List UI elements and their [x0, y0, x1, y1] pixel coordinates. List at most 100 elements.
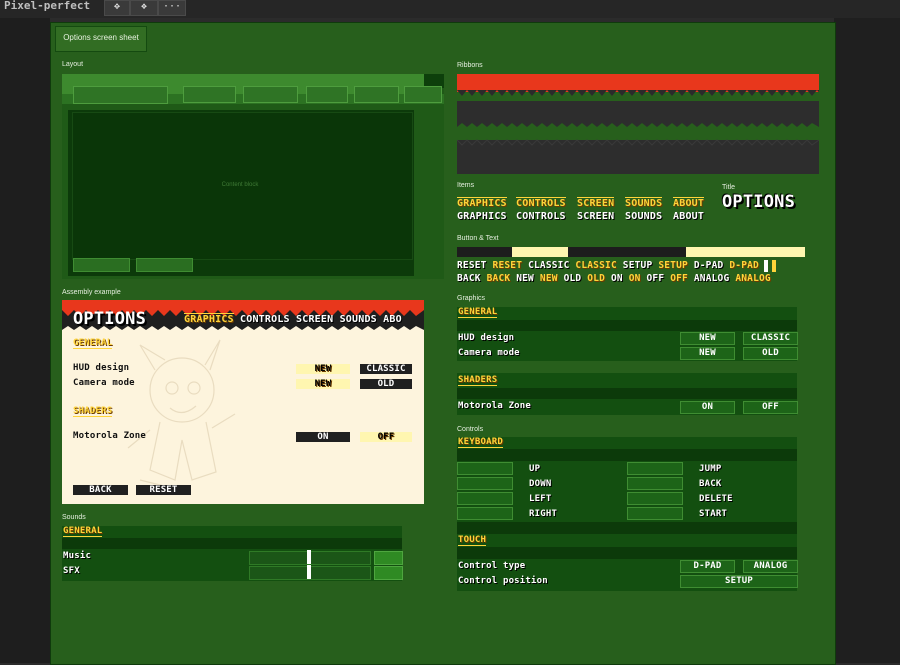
item-about[interactable]: ABOUT: [673, 211, 704, 222]
item-controls-selected[interactable]: CONTROLS: [516, 197, 566, 209]
graphics-on-button[interactable]: ON: [680, 401, 735, 414]
assembly-reset-button[interactable]: RESET: [136, 485, 191, 495]
key-slot-start[interactable]: [627, 507, 683, 520]
assembly-hud-label: HUD design: [73, 363, 130, 373]
layout-footer-button-slot: [73, 258, 130, 272]
item-controls[interactable]: CONTROLS: [516, 211, 566, 222]
graphics-hud-new-button[interactable]: NEW: [680, 332, 735, 345]
key-slot-left[interactable]: [457, 492, 513, 505]
graphics-general-heading: GENERAL: [458, 307, 498, 318]
text-back-selected: BACK: [486, 273, 511, 284]
text-setup-selected: SETUP: [658, 260, 688, 271]
music-slider-handle[interactable]: [307, 550, 311, 564]
item-graphics[interactable]: GRAPHICS: [457, 211, 507, 222]
layout-tab-slot: [306, 86, 348, 103]
key-label-back: BACK: [699, 479, 722, 489]
right-panel: [834, 18, 900, 663]
text-old: OLD: [563, 273, 582, 284]
graphics-camera-label: Camera mode: [458, 348, 520, 358]
sounds-divider: [62, 538, 402, 549]
control-position-setup-button[interactable]: SETUP: [680, 575, 798, 588]
item-screen-selected[interactable]: SCREEN: [577, 197, 615, 209]
text-new: NEW: [516, 273, 534, 284]
key-slot-delete[interactable]: [627, 492, 683, 505]
key-slot-back[interactable]: [627, 477, 683, 490]
more-options-button[interactable]: ···: [158, 0, 186, 16]
text-off-selected: OFF: [670, 273, 688, 284]
control-type-label: Control type: [458, 561, 526, 571]
controls-touch-divider: [457, 547, 797, 559]
graphics-hud-classic-button[interactable]: CLASSIC: [743, 332, 798, 345]
section-label-graphics: Graphics: [457, 295, 486, 302]
graphics-off-button[interactable]: OFF: [743, 401, 798, 414]
sounds-sfx-label: SFX: [63, 566, 80, 576]
assembly-tab-about[interactable]: ABO: [383, 314, 402, 325]
controls-right-key-labels: JUMP BACK DELETE START: [699, 462, 733, 522]
music-toggle-button[interactable]: [374, 551, 403, 565]
assembly-general-heading: GENERAL: [73, 338, 113, 349]
assembly-camera-new-button[interactable]: NEW: [296, 379, 350, 389]
assembly-camera-label: Camera mode: [73, 378, 135, 388]
section-label-controls: Controls: [457, 426, 484, 433]
graphics-camera-old-button[interactable]: OLD: [743, 347, 798, 360]
assembly-hud-new-button[interactable]: NEW: [296, 364, 350, 374]
assembly-motorola-label: Motorola Zone: [73, 431, 147, 441]
text-back: BACK: [457, 273, 481, 284]
section-label-button-text: Button & Text: [457, 235, 499, 242]
assembly-on-button[interactable]: ON: [296, 432, 350, 442]
control-type-analog-button[interactable]: ANALOG: [743, 560, 798, 573]
layout-tab-slot: [243, 86, 298, 103]
graphics-shaders-heading: SHADERS: [458, 375, 498, 386]
assembly-tab-graphics[interactable]: GRAPHICS: [184, 313, 234, 325]
sheet-tab[interactable]: Options screen sheet: [55, 26, 147, 52]
button-text-row-1: RESET RESET CLASSIC CLASSIC SETUP SETUP …: [457, 260, 759, 271]
text-classic: CLASSIC: [528, 260, 570, 271]
button-sample-light: [512, 247, 568, 257]
key-slot-down[interactable]: [457, 477, 513, 490]
text-dpad: D-PAD: [693, 260, 724, 271]
item-sounds[interactable]: SOUNDS: [625, 211, 662, 222]
graphics-motorola-label: Motorola Zone: [458, 401, 532, 411]
pause-bar-white: [764, 260, 768, 272]
ribbons-illustration: [457, 74, 819, 174]
text-dpad-selected: D-PAD: [729, 260, 759, 271]
assembly-tabs: GRAPHICS CONTROLS SCREEN SOUNDS ABO: [184, 313, 402, 325]
key-slot-up[interactable]: [457, 462, 513, 475]
assembly-shaders-heading: SHADERS: [73, 406, 113, 417]
assembly-camera-old-button[interactable]: OLD: [360, 379, 412, 389]
item-graphics-selected[interactable]: GRAPHICS: [457, 197, 507, 209]
assembly-title: OPTIONS: [73, 309, 147, 329]
move-tool-icon[interactable]: ✥: [104, 0, 130, 16]
title-sample: OPTIONS: [722, 192, 796, 212]
sfx-slider-handle[interactable]: [307, 565, 311, 579]
key-slot-right[interactable]: [457, 507, 513, 520]
control-position-label: Control position: [458, 576, 548, 586]
assembly-tab-controls[interactable]: CONTROLS: [240, 314, 290, 325]
assembly-back-button[interactable]: BACK: [73, 485, 128, 495]
key-label-left: LEFT: [529, 494, 552, 504]
assembly-off-button[interactable]: OFF: [360, 432, 412, 442]
button-sample-dark: [457, 247, 512, 257]
item-sounds-selected[interactable]: SOUNDS: [625, 197, 663, 209]
assembly-hud-classic-button[interactable]: CLASSIC: [360, 364, 412, 374]
text-classic-selected: CLASSIC: [575, 260, 617, 271]
controls-touch-divider-top: [457, 522, 797, 534]
text-on: ON: [610, 273, 623, 284]
text-reset: RESET: [457, 260, 487, 271]
key-label-start: START: [699, 509, 728, 519]
control-type-dpad-button[interactable]: D-PAD: [680, 560, 735, 573]
key-slot-jump[interactable]: [627, 462, 683, 475]
component-icon[interactable]: ❖: [130, 0, 158, 16]
section-label-ribbons: Ribbons: [457, 62, 483, 69]
item-about-selected[interactable]: ABOUT: [673, 197, 705, 209]
mascot-sketch-illustration: [127, 339, 236, 491]
controls-touch-heading: TOUCH: [458, 535, 487, 546]
item-screen[interactable]: SCREEN: [577, 211, 614, 222]
sfx-toggle-button[interactable]: [374, 566, 403, 580]
text-off: OFF: [646, 273, 665, 284]
assembly-tab-sounds[interactable]: SOUNDS: [340, 314, 377, 325]
assembly-tab-screen[interactable]: SCREEN: [296, 314, 333, 325]
layout-footer-button-slot: [136, 258, 193, 272]
text-setup: SETUP: [622, 260, 653, 271]
graphics-camera-new-button[interactable]: NEW: [680, 347, 735, 360]
